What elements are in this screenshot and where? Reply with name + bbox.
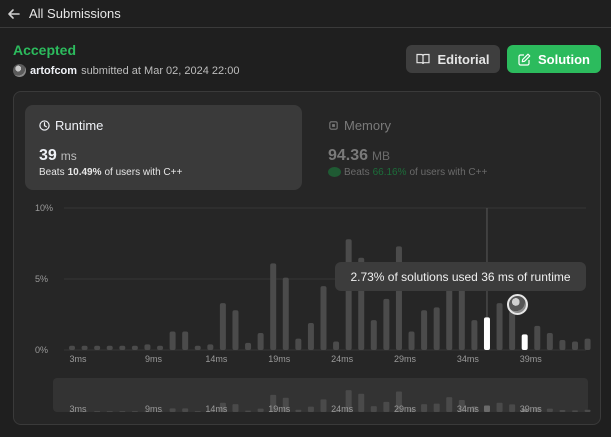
avatar[interactable] [507,294,528,315]
overview-x-tick-label: 34ms [457,404,480,414]
overview-bar [169,408,176,412]
overview-chart: 3ms 9ms 14ms 19ms 24ms 29ms 34ms 39ms [69,390,591,414]
chart-tooltip: 2.73% of solutions used 36 ms of runtime [335,262,586,291]
overview-bar [358,393,365,412]
overview-bar [194,411,201,412]
overview-bar [559,410,566,412]
overview-x-tick-label: 3ms [69,404,87,414]
overview-bar [182,408,189,412]
overview-bar [295,409,302,412]
overview-bar [131,411,138,412]
overview-bar [94,411,101,412]
overview-x-tick-label: 14ms [205,404,228,414]
overview-x-tick-label: 9ms [145,404,163,414]
overview-bar [383,401,390,412]
overview-bar [446,397,453,412]
overview-bar [546,408,553,412]
overview-x-tick-label: 19ms [268,404,291,414]
overview-bar [257,408,264,412]
overview-x-tick-label: 24ms [331,404,354,414]
overview-bar [232,404,239,412]
overview-bar [320,399,327,412]
overview-x-tick-label: 29ms [394,404,417,414]
overview-bar [433,403,440,412]
overview-bar [307,406,314,412]
overview-bar [496,402,503,412]
overview-bar [119,411,126,412]
overview-bar [509,404,516,412]
overview-bar [483,405,490,412]
overview-bar [245,410,252,412]
overview-bar [584,409,591,412]
overview-bar [106,411,113,412]
overview-bar [421,404,428,412]
overview-bar [370,406,377,412]
overview-x-tick-label: 39ms [520,404,543,414]
overview-bar [572,410,578,412]
